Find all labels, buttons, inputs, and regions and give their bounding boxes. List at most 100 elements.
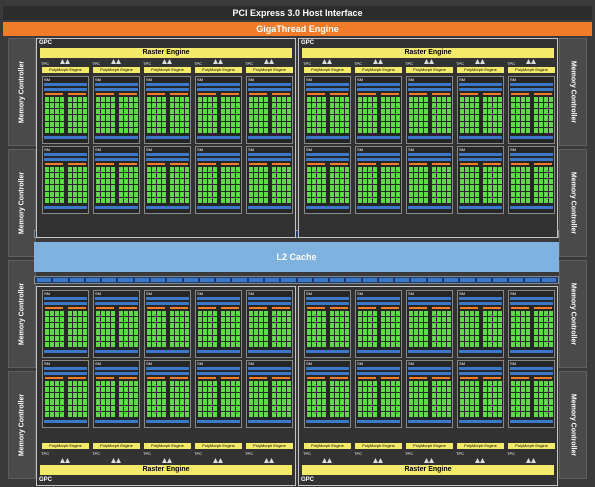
dispatch-unit-bar bbox=[272, 307, 290, 309]
streaming-multiprocessor: SM bbox=[406, 290, 453, 358]
cuda-core-group bbox=[330, 167, 349, 203]
polymorph-engine: PolyMorph Engine bbox=[144, 67, 191, 73]
sm-label: SM bbox=[197, 77, 203, 82]
cuda-core-group bbox=[534, 381, 553, 417]
register-file-bar bbox=[146, 153, 189, 156]
tpc-label: TPC bbox=[41, 61, 49, 66]
dispatch-unit-bar bbox=[460, 307, 478, 309]
dispatch-unit-bar bbox=[432, 163, 450, 165]
streaming-multiprocessor: SM bbox=[42, 146, 89, 214]
dispatch-unit-bar bbox=[96, 93, 114, 95]
register-file-bar bbox=[510, 420, 553, 423]
cuda-core-group bbox=[249, 167, 268, 203]
register-file-bar bbox=[357, 88, 400, 91]
streaming-multiprocessor: SM bbox=[457, 290, 504, 358]
dispatch-unit-bar bbox=[96, 163, 114, 165]
sm-label: SM bbox=[408, 147, 414, 152]
register-file-bar bbox=[44, 158, 87, 161]
dispatch-unit-bar bbox=[409, 93, 427, 95]
dispatch-unit-bar bbox=[511, 377, 529, 379]
register-file-bar bbox=[306, 372, 349, 375]
dispatch-unit-bar bbox=[147, 93, 165, 95]
streaming-multiprocessor: SM bbox=[406, 76, 453, 144]
register-file-bar bbox=[357, 297, 400, 300]
cuda-core-group bbox=[409, 97, 428, 133]
cuda-core-group bbox=[307, 381, 326, 417]
polymorph-engine: PolyMorph Engine bbox=[246, 443, 293, 449]
streaming-multiprocessor: SM bbox=[42, 290, 89, 358]
register-file-bar bbox=[306, 350, 349, 353]
streaming-multiprocessor: SM bbox=[144, 360, 191, 428]
cuda-core-group bbox=[511, 381, 530, 417]
sm-label: SM bbox=[459, 77, 465, 82]
register-file-bar bbox=[408, 350, 451, 353]
streaming-multiprocessor: SM bbox=[42, 360, 89, 428]
cuda-core-group bbox=[483, 381, 502, 417]
sm-label: SM bbox=[248, 291, 254, 296]
polymorph-engine: PolyMorph Engine bbox=[406, 443, 453, 449]
cuda-core-group bbox=[534, 311, 553, 347]
gigathread-engine: GigaThread Engine bbox=[3, 22, 592, 36]
connector-arrows-icon bbox=[162, 458, 172, 463]
dispatch-unit-bar bbox=[330, 377, 348, 379]
memory-controller-label: Memory Controller bbox=[569, 60, 577, 124]
register-file-bar bbox=[146, 372, 189, 375]
streaming-multiprocessor: SM bbox=[195, 290, 242, 358]
dispatch-unit-bar bbox=[147, 163, 165, 165]
register-file-bar bbox=[197, 297, 240, 300]
register-file-bar bbox=[459, 372, 502, 375]
sm-label: SM bbox=[306, 77, 312, 82]
register-file-bar bbox=[95, 297, 138, 300]
tpc-label: TPC bbox=[245, 451, 253, 456]
dispatch-unit-bar bbox=[45, 93, 63, 95]
streaming-multiprocessor: SM bbox=[246, 146, 293, 214]
memory-controller-label: Memory Controller bbox=[569, 393, 577, 457]
register-file-bar bbox=[510, 350, 553, 353]
register-file-bar bbox=[510, 367, 553, 370]
cuda-core-group bbox=[221, 97, 240, 133]
tpc-block: TPC PolyMorph Engine SM SM bbox=[302, 287, 353, 485]
register-file-bar bbox=[197, 372, 240, 375]
tpc-label: TPC bbox=[143, 61, 151, 66]
register-file-bar bbox=[95, 420, 138, 423]
connector-arrows-icon bbox=[60, 59, 70, 64]
cuda-core-group bbox=[96, 381, 115, 417]
tpc-block: TPC PolyMorph Engine SM SM bbox=[455, 39, 506, 237]
register-file-bar bbox=[197, 153, 240, 156]
tpc-label: TPC bbox=[456, 61, 464, 66]
dispatch-unit-bar bbox=[534, 163, 552, 165]
register-file-bar bbox=[248, 297, 291, 300]
register-file-bar bbox=[197, 206, 240, 209]
tpc-block: TPC PolyMorph Engine SM SM bbox=[302, 39, 353, 237]
cuda-core-group bbox=[511, 311, 530, 347]
cuda-core-group bbox=[119, 97, 138, 133]
register-file-bar bbox=[408, 83, 451, 86]
dispatch-unit-bar bbox=[198, 307, 216, 309]
sm-label: SM bbox=[197, 147, 203, 152]
gpc-block: GPC Raster Engine TPC PolyMorph Engine SM SM T… bbox=[298, 286, 558, 486]
cuda-core-group bbox=[68, 311, 87, 347]
register-file-bar bbox=[459, 297, 502, 300]
register-file-bar bbox=[44, 153, 87, 156]
dispatch-unit-bar bbox=[432, 307, 450, 309]
streaming-multiprocessor: SM bbox=[508, 290, 555, 358]
memory-controller-label: Memory Controller bbox=[18, 393, 26, 457]
dispatch-unit-bar bbox=[307, 163, 325, 165]
cuda-core-group bbox=[272, 97, 291, 133]
tpc-label: TPC bbox=[303, 61, 311, 66]
sm-label: SM bbox=[306, 291, 312, 296]
cuda-core-group bbox=[409, 381, 428, 417]
tpc-block: TPC PolyMorph Engine SM SM bbox=[193, 287, 244, 485]
sm-label: SM bbox=[459, 291, 465, 296]
cuda-core-group bbox=[68, 381, 87, 417]
streaming-multiprocessor: SM bbox=[355, 290, 402, 358]
memory-controller-label: Memory Controller bbox=[18, 171, 26, 235]
register-file-bar bbox=[306, 420, 349, 423]
register-file-bar bbox=[44, 302, 87, 305]
sm-label: SM bbox=[510, 77, 516, 82]
cuda-core-group bbox=[119, 167, 138, 203]
connector-arrows-icon bbox=[213, 59, 223, 64]
streaming-multiprocessor: SM bbox=[406, 360, 453, 428]
tpc-label: TPC bbox=[41, 451, 49, 456]
cuda-core-group bbox=[221, 167, 240, 203]
